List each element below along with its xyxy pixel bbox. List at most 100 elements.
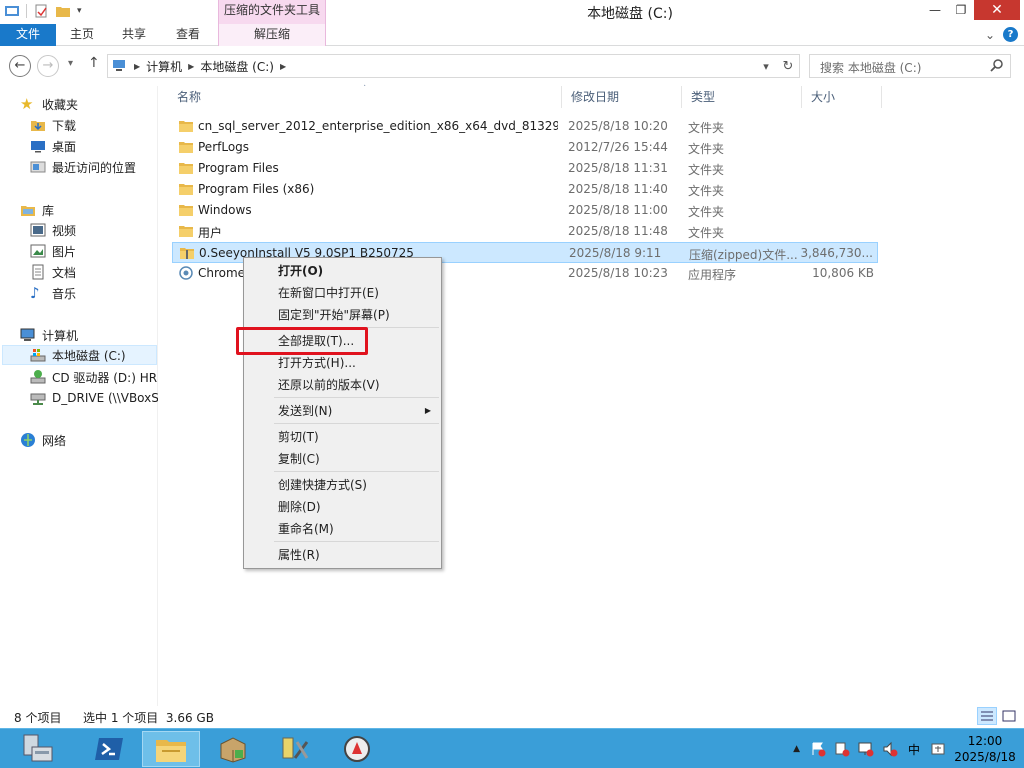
- package-icon: [220, 737, 246, 763]
- menu-item-properties[interactable]: 属性(R): [246, 544, 439, 566]
- large-icons-view-button[interactable]: [999, 707, 1019, 725]
- file-row[interactable]: Windows 2025/8/18 11:00 文件夹: [172, 200, 878, 221]
- back-button[interactable]: ←: [9, 55, 31, 77]
- menu-item-open[interactable]: 打开(O): [246, 260, 439, 282]
- column-header-date[interactable]: 修改日期: [562, 86, 682, 108]
- column-header-name[interactable]: 名称: [168, 86, 562, 108]
- minimize-button[interactable]: —: [922, 0, 948, 20]
- new-folder-icon[interactable]: [55, 3, 71, 19]
- column-header-size[interactable]: 大小: [802, 86, 882, 108]
- file-row[interactable]: 用户 2025/8/18 11:48 文件夹: [172, 221, 878, 242]
- nav-libraries[interactable]: 库: [20, 200, 54, 220]
- network-status-icon[interactable]: [858, 741, 874, 757]
- nav-recent[interactable]: 最近访问的位置: [30, 157, 136, 177]
- installer-icon: [179, 266, 193, 280]
- up-arrow-icon[interactable]: ↑: [88, 55, 100, 71]
- action-center-icon[interactable]: [810, 741, 826, 757]
- menu-separator: [274, 541, 439, 542]
- explorer-icon[interactable]: [4, 3, 20, 19]
- file-row[interactable]: PerfLogs 2012/7/26 15:44 文件夹: [172, 137, 878, 158]
- nav-favorites[interactable]: ★ 收藏夹: [20, 94, 78, 114]
- nav-network[interactable]: 网络: [20, 430, 66, 450]
- volume-icon[interactable]: [882, 741, 898, 757]
- tray-expand-icon[interactable]: ▲: [793, 744, 800, 754]
- forward-button[interactable]: →: [37, 55, 59, 77]
- file-row[interactable]: cn_sql_server_2012_enterprise_edition_x8…: [172, 116, 878, 137]
- breadcrumb-local-disk[interactable]: 本地磁盘 (C:): [200, 58, 274, 75]
- nav-documents[interactable]: 文档: [30, 262, 76, 282]
- file-type: 文件夹: [688, 142, 725, 156]
- file-date: 2025/8/18 11:40: [568, 182, 668, 196]
- expand-ribbon-icon[interactable]: ⌄: [985, 28, 995, 42]
- menu-item-open-new-window[interactable]: 在新窗口中打开(E): [246, 282, 439, 304]
- clock[interactable]: 12:00 2025/8/18: [950, 733, 1020, 765]
- menu-item-cut[interactable]: 剪切(T): [246, 426, 439, 448]
- column-header-type[interactable]: 类型: [682, 86, 802, 108]
- file-date: 2012/7/26 15:44: [568, 140, 668, 154]
- input-method-icon[interactable]: [930, 741, 946, 757]
- nav-d-drive[interactable]: D_DRIVE (\\VBoxS: [30, 388, 158, 408]
- breadcrumb-arrow-icon[interactable]: ▶: [188, 62, 194, 71]
- menu-item-delete[interactable]: 删除(D): [246, 496, 439, 518]
- file-size: 3,846,730...: [800, 246, 873, 260]
- menu-item-create-shortcut[interactable]: 创建快捷方式(S): [246, 474, 439, 496]
- menu-item-pin-start[interactable]: 固定到"开始"屏幕(P): [246, 304, 439, 326]
- folder-icon: [179, 142, 193, 153]
- nav-desktop[interactable]: 桌面: [30, 136, 76, 156]
- folder-icon: [179, 163, 193, 174]
- close-button[interactable]: ✕: [974, 0, 1020, 20]
- details-view-button[interactable]: [977, 707, 997, 725]
- breadcrumb-computer[interactable]: 计算机: [146, 58, 182, 75]
- server-manager-button[interactable]: [8, 731, 66, 767]
- breadcrumb-arrow-icon[interactable]: ▶: [280, 62, 286, 71]
- menu-item-restore-versions[interactable]: 还原以前的版本(V): [246, 374, 439, 396]
- file-type: 文件夹: [688, 205, 725, 219]
- file-row[interactable]: Program Files (x86) 2025/8/18 11:40 文件夹: [172, 179, 878, 200]
- compass-app-button[interactable]: [328, 731, 386, 767]
- tab-file[interactable]: 文件: [0, 24, 56, 46]
- tab-home[interactable]: 主页: [62, 24, 102, 46]
- tab-view[interactable]: 查看: [168, 24, 208, 46]
- title-bar: ▾ 压缩的文件夹工具 本地磁盘 (C:) — ❐ ✕: [0, 0, 1024, 24]
- nav-music[interactable]: ♪ 音乐: [30, 283, 76, 303]
- nav-videos[interactable]: 视频: [30, 220, 76, 240]
- tab-share[interactable]: 共享: [114, 24, 154, 46]
- address-dropdown-icon[interactable]: ▾: [755, 60, 777, 73]
- chevron-down-icon[interactable]: ▾: [77, 6, 82, 16]
- file-explorer-button[interactable]: [142, 731, 200, 767]
- menu-item-send-to[interactable]: 发送到(N) ▶: [246, 400, 439, 422]
- address-bar[interactable]: ▶ 计算机 ▶ 本地磁盘 (C:) ▶ ▾ ↻: [107, 54, 800, 78]
- desktop-icon: [31, 141, 45, 153]
- ime-indicator[interactable]: 中: [908, 741, 920, 758]
- picture-icon: [30, 244, 46, 258]
- computer-icon: [20, 328, 35, 341]
- breadcrumb-arrow-icon[interactable]: ▶: [134, 62, 140, 71]
- nav-computer[interactable]: 计算机: [20, 325, 78, 345]
- nav-downloads[interactable]: 下载: [30, 115, 76, 135]
- tray-status-icon[interactable]: [834, 741, 850, 757]
- package-installer-button[interactable]: [204, 731, 262, 767]
- system-tray: ▲ 中 12:00 2025/8/18: [793, 729, 1024, 768]
- maximize-button[interactable]: ❐: [948, 0, 974, 20]
- menu-item-rename[interactable]: 重命名(M): [246, 518, 439, 540]
- powershell-button[interactable]: [80, 731, 138, 767]
- file-size: 10,806 KB: [812, 266, 874, 280]
- address-actions: ▾ ↻: [755, 55, 799, 77]
- search-icon[interactable]: [990, 58, 1004, 72]
- refresh-icon[interactable]: ↻: [777, 59, 799, 74]
- search-box[interactable]: 搜索 本地磁盘 (C:): [809, 54, 1011, 78]
- help-icon[interactable]: ?: [1003, 27, 1018, 42]
- tools-button[interactable]: [266, 731, 324, 767]
- nav-pictures[interactable]: 图片: [30, 241, 76, 261]
- file-type: 压缩(zipped)文件...: [689, 248, 798, 262]
- nav-cd-drive[interactable]: CD 驱动器 (D:) HRM: [30, 367, 158, 387]
- file-type: 应用程序: [688, 268, 737, 282]
- recent-locations-icon[interactable]: ▾: [68, 58, 73, 69]
- nav-local-disk[interactable]: 本地磁盘 (C:): [2, 345, 157, 365]
- tab-extract[interactable]: 解压缩: [218, 24, 326, 46]
- properties-icon[interactable]: [33, 3, 49, 19]
- menu-item-open-with[interactable]: 打开方式(H)...: [246, 352, 439, 374]
- file-row[interactable]: Program Files 2025/8/18 11:31 文件夹: [172, 158, 878, 179]
- clock-time: 12:00: [967, 734, 1003, 748]
- menu-item-copy[interactable]: 复制(C): [246, 448, 439, 470]
